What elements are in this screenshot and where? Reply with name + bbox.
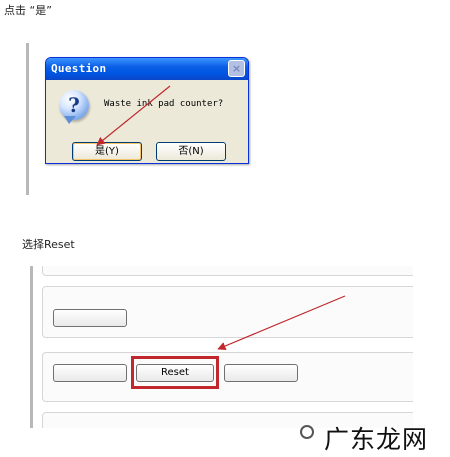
annotation-arrows (96, 85, 346, 350)
arrow-to-reset-button (217, 295, 346, 350)
watermark-text: 广东龙网 (323, 425, 428, 454)
arrow-to-yes-button (96, 85, 171, 146)
watermark-logo (300, 425, 314, 439)
